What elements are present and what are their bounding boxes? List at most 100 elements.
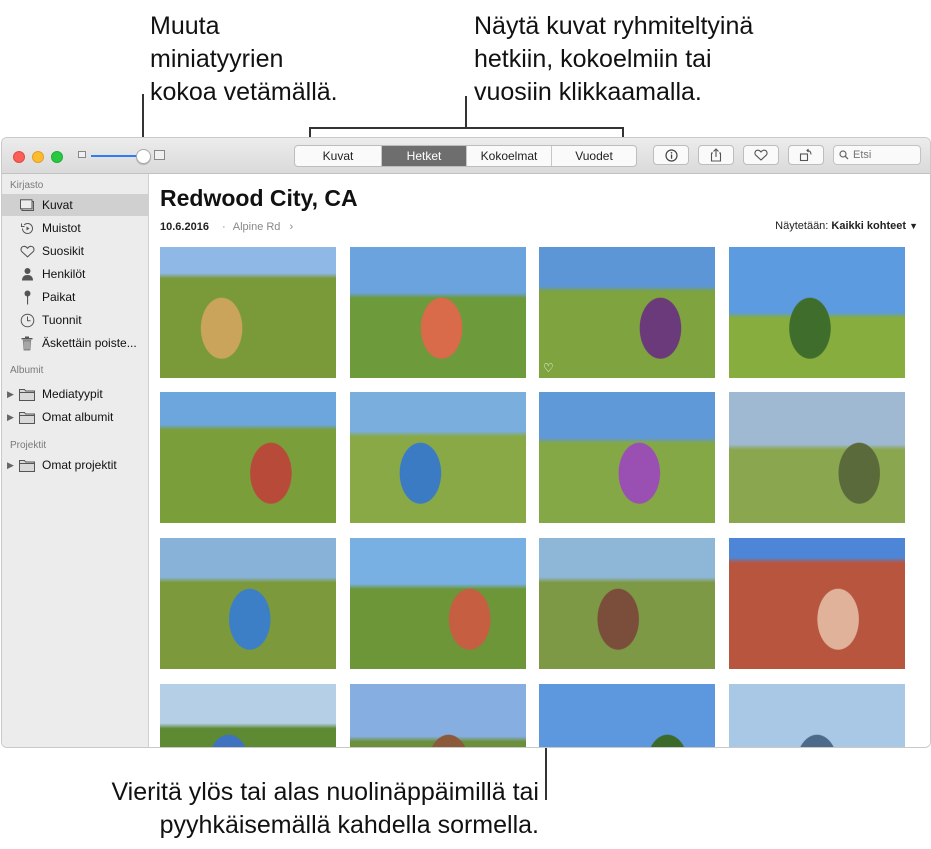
photo-thumbnail[interactable] [729, 684, 905, 747]
moments-view: Redwood City, CA 10.6.2016 · Alpine Rd ›… [149, 174, 930, 747]
callout-line: pyyhkäisemällä kahdella sormella. [159, 811, 539, 839]
sidebar-item-label: Mediatyypit [42, 387, 103, 401]
search-field[interactable] [833, 145, 921, 165]
callout-line: hetkiin, kokoelmiin tai [474, 45, 712, 73]
share-icon [710, 148, 722, 162]
photo-thumbnail[interactable] [729, 247, 905, 378]
disclosure-triangle-icon[interactable]: ▶ [7, 412, 17, 423]
scroll-callout: Vieritä ylös tai alas nuolinäppäimillä t… [0, 776, 539, 842]
sidebar-item-label: Omat albumit [42, 410, 114, 424]
photo-thumbnail[interactable] [160, 247, 336, 378]
trash-icon [19, 335, 35, 351]
heart-icon [754, 149, 768, 161]
sidebar-item-muistot[interactable]: Muistot [2, 217, 148, 239]
callout-line: Muuta [150, 12, 220, 40]
chevron-right-icon: › [289, 221, 294, 233]
photo-thumbnail[interactable] [160, 392, 336, 523]
rotate-icon [799, 148, 812, 162]
thumbnail-size-callout: Muuta miniatyyrien kokoa vetämällä. [150, 10, 338, 109]
pin-icon [19, 289, 35, 305]
small-thumbnail-icon [78, 151, 86, 158]
callout-line: Vieritä ylös tai alas nuolinäppäimillä t… [111, 778, 539, 806]
date-text: 10.6.2016 [160, 221, 209, 233]
callout-line: miniatyyrien [150, 45, 284, 73]
callout-line: kokoa vetämällä. [150, 78, 338, 106]
favorite-heart-icon: ♡ [543, 361, 554, 375]
sidebar: Kirjasto Kuvat Muistot Suosikit Henkilöt… [2, 174, 149, 747]
sidebar-item-askettain-poistetut[interactable]: Äskettäin poiste... [2, 332, 148, 354]
slider-handle[interactable] [136, 149, 151, 164]
separator-dot: · [222, 221, 226, 233]
photos-window: Kuvat Hetket Kokoelmat Vuodet Kirjasto K… [1, 137, 931, 748]
search-icon [839, 150, 849, 160]
close-button[interactable] [13, 151, 25, 163]
tab-kokoelmat[interactable]: Kokoelmat [467, 146, 552, 166]
favorite-button[interactable] [743, 145, 779, 165]
sidebar-item-mediatyypit[interactable]: ▶ Mediatyypit [2, 383, 148, 405]
photo-thumbnail[interactable] [350, 392, 526, 523]
disclosure-triangle-icon[interactable]: ▶ [7, 460, 17, 471]
search-input[interactable] [853, 149, 913, 161]
sidebar-item-label: Muistot [42, 221, 81, 235]
rotate-button[interactable] [788, 145, 824, 165]
tab-vuodet[interactable]: Vuodet [552, 146, 636, 166]
sidebar-item-label: Paikat [42, 290, 76, 304]
photo-thumbnail[interactable] [539, 392, 715, 523]
sidebar-item-omat-projektit[interactable]: ▶ Omat projektit [2, 454, 148, 476]
showing-value: Kaikki kohteet [831, 220, 907, 232]
sidebar-section-kirjasto: Kirjasto [10, 180, 44, 191]
callout-bracket [309, 127, 624, 129]
photo-thumbnail[interactable] [729, 392, 905, 523]
sidebar-item-omat-albumit[interactable]: ▶ Omat albumit [2, 406, 148, 428]
sidebar-section-albumit: Albumit [10, 365, 44, 376]
photo-thumbnail[interactable] [350, 247, 526, 378]
large-thumbnail-icon [154, 150, 165, 160]
sidebar-item-label: Kuvat [42, 198, 73, 212]
moment-title: Redwood City, CA [160, 185, 358, 211]
tab-kuvat[interactable]: Kuvat [295, 146, 382, 166]
sidebar-item-paikat[interactable]: Paikat [2, 286, 148, 308]
sidebar-item-tuonnit[interactable]: Tuonnit [2, 309, 148, 331]
info-button[interactable] [653, 145, 689, 165]
chevron-down-icon: ▼ [909, 221, 918, 231]
sidebar-item-label: Suosikit [42, 244, 85, 258]
moment-location-link[interactable]: · Alpine Rd › [222, 221, 293, 233]
folder-icon [19, 409, 35, 425]
sidebar-item-henkilot[interactable]: Henkilöt [2, 263, 148, 285]
sidebar-item-kuvat[interactable]: Kuvat [2, 194, 148, 216]
location-text: Alpine Rd [232, 221, 281, 233]
moment-date: 10.6.2016 [160, 221, 209, 233]
photo-thumbnail[interactable] [350, 538, 526, 669]
folder-icon [19, 386, 35, 402]
tab-hetket[interactable]: Hetket [382, 146, 467, 166]
person-icon [19, 266, 35, 282]
clock-icon [19, 312, 35, 328]
photo-thumbnail[interactable] [539, 684, 715, 747]
sidebar-item-label: Omat projektit [42, 458, 117, 472]
share-button[interactable] [698, 145, 734, 165]
photo-thumbnail[interactable] [160, 538, 336, 669]
photo-thumbnail[interactable] [729, 538, 905, 669]
sidebar-item-label: Henkilöt [42, 267, 86, 281]
minimize-button[interactable] [32, 151, 44, 163]
memories-icon [19, 220, 35, 236]
showing-filter[interactable]: Näytetään: Kaikki kohteet ▼ [775, 220, 918, 232]
sidebar-section-projektit: Projektit [10, 440, 47, 451]
photos-icon [19, 197, 35, 213]
info-icon [664, 148, 678, 162]
callout-leader [465, 96, 467, 128]
sidebar-item-label: Äskettäin poiste... [42, 336, 137, 350]
photo-thumbnail[interactable] [160, 684, 336, 747]
view-grouping-callout: Näytä kuvat ryhmiteltyinä hetkiin, kokoe… [474, 10, 753, 109]
photo-thumbnail[interactable] [539, 538, 715, 669]
photo-thumbnail[interactable] [350, 684, 526, 747]
sidebar-item-suosikit[interactable]: Suosikit [2, 240, 148, 262]
callout-line: Näytä kuvat ryhmiteltyinä [474, 12, 754, 40]
zoom-button[interactable] [51, 151, 63, 163]
disclosure-triangle-icon[interactable]: ▶ [7, 389, 17, 400]
heart-icon [19, 243, 35, 259]
folder-icon [19, 457, 35, 473]
sidebar-item-label: Tuonnit [42, 313, 82, 327]
toolbar: Kuvat Hetket Kokoelmat Vuodet [2, 138, 930, 174]
photo-thumbnail[interactable]: ♡ [539, 247, 715, 378]
